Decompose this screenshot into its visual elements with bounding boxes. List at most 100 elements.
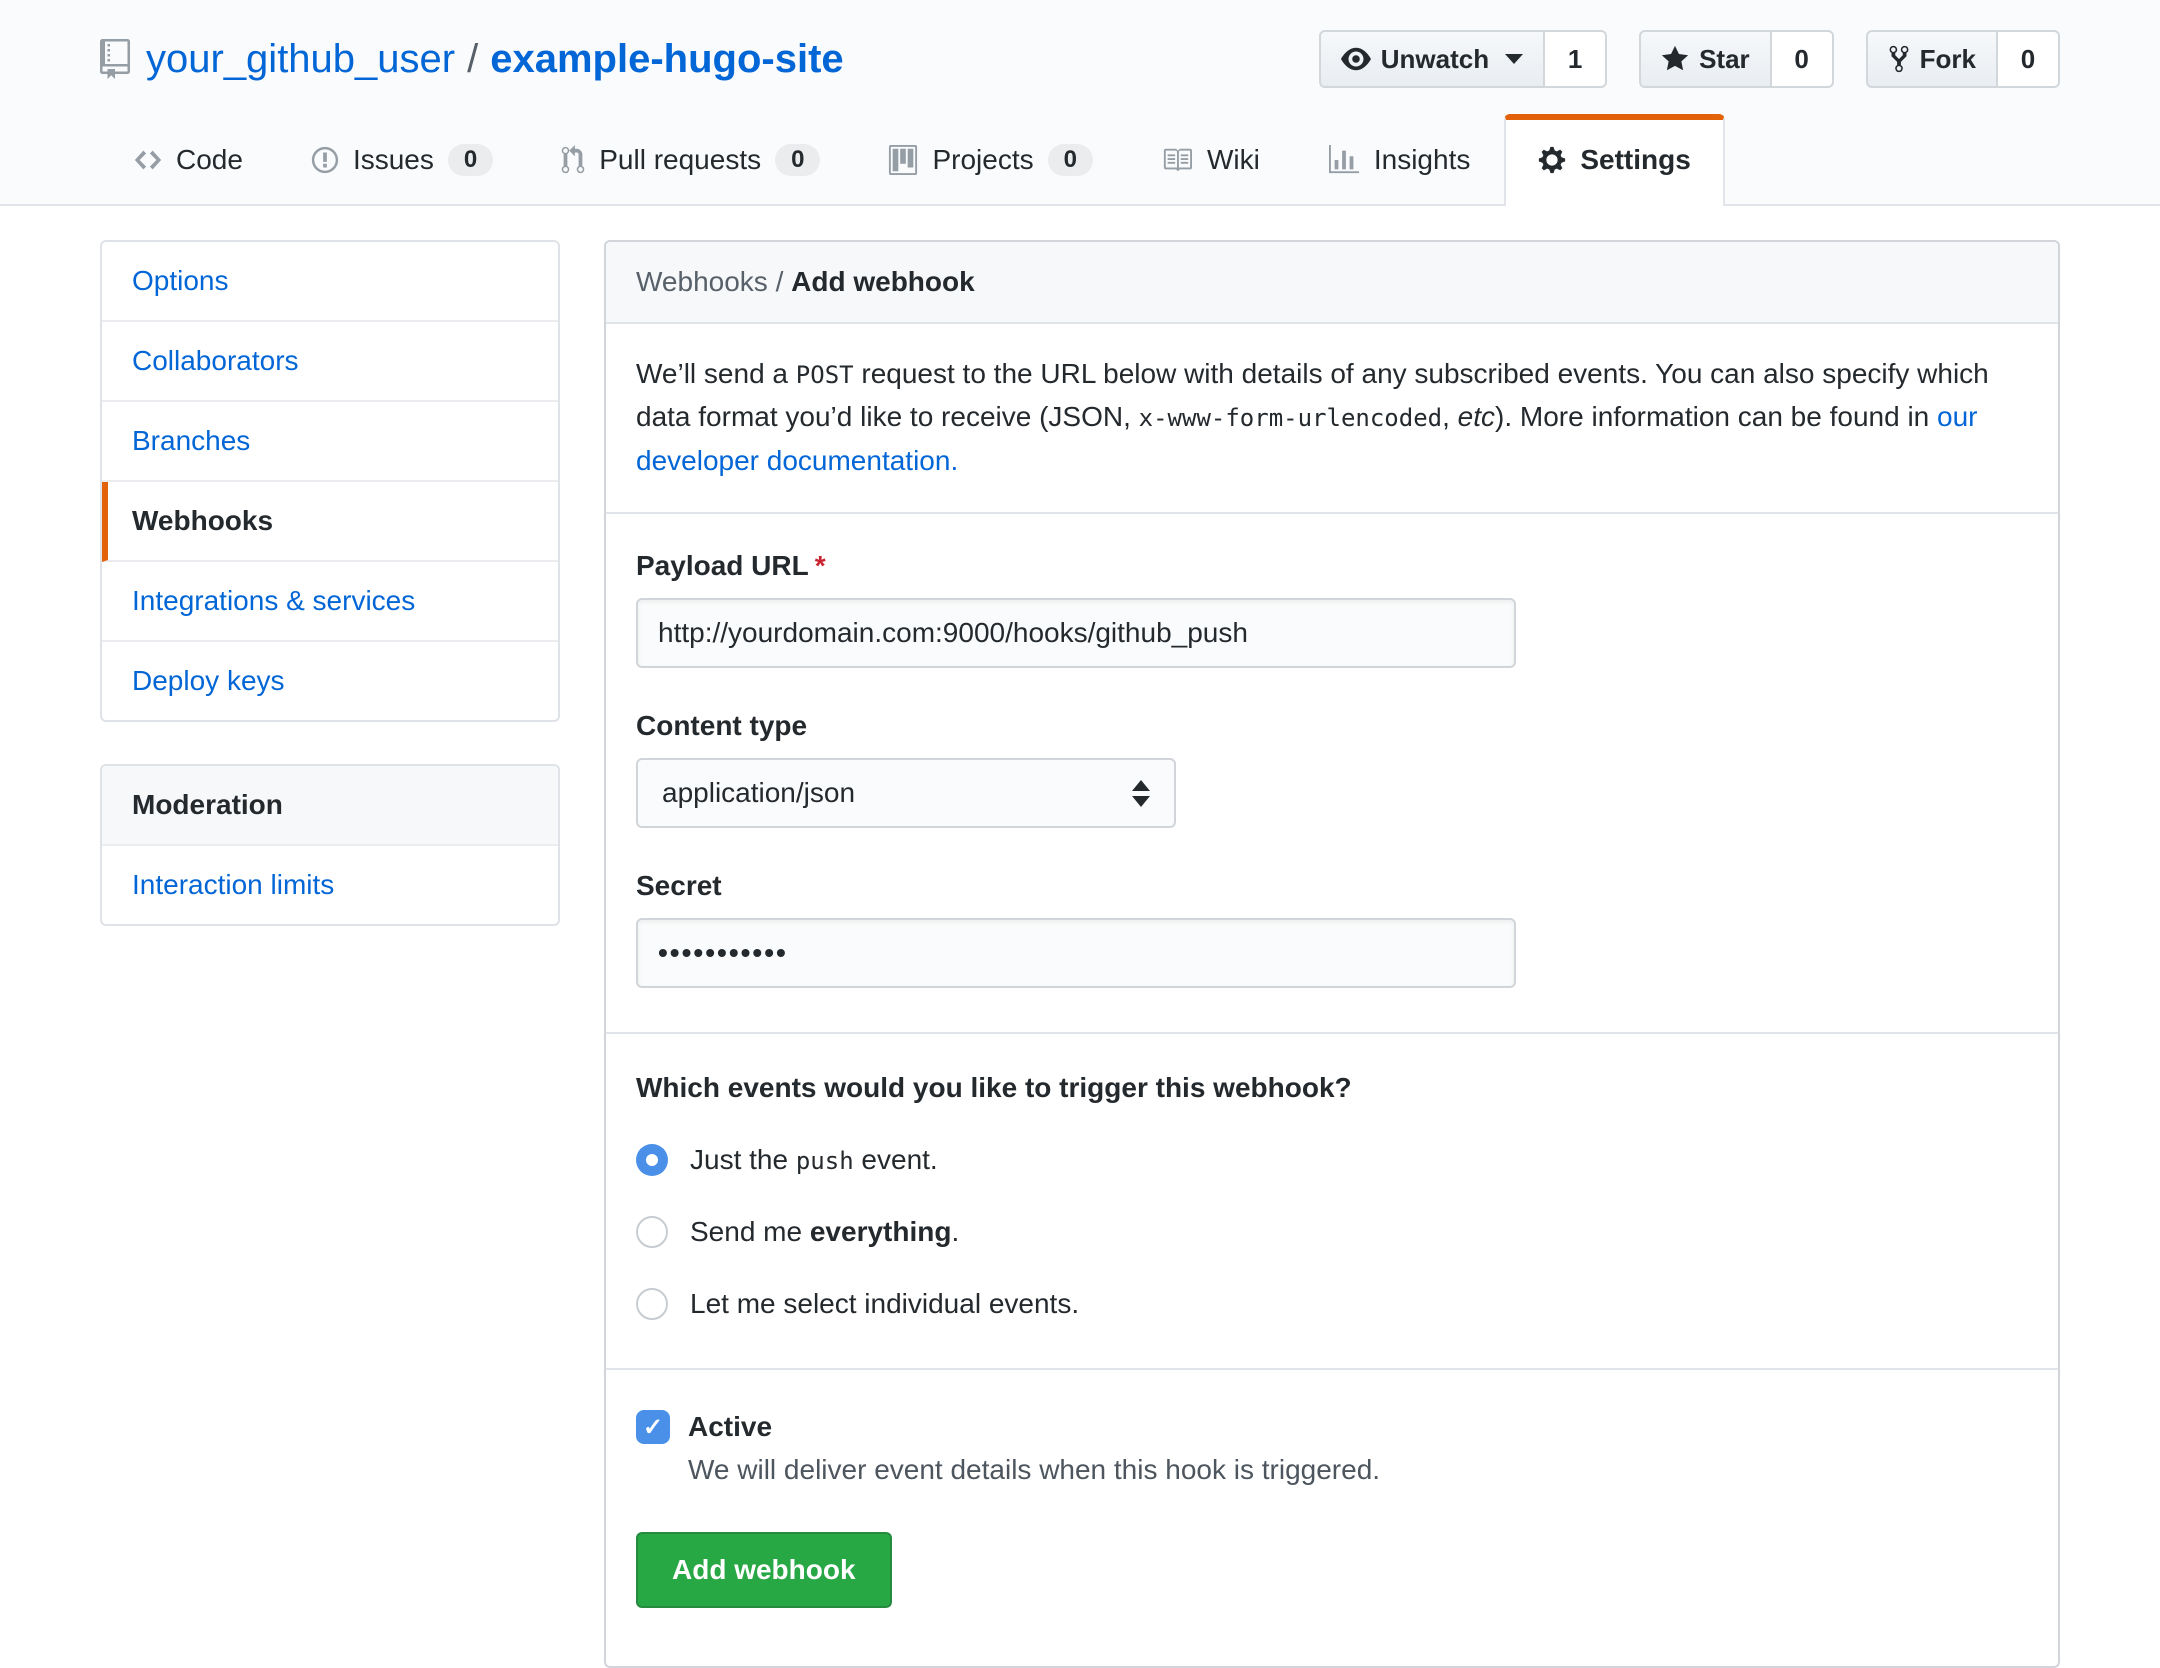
settings-sidebar: Options Collaborators Branches Webhooks … — [100, 240, 560, 926]
repo-owner-link[interactable]: your_github_user — [146, 37, 455, 82]
watch-button-group: Unwatch 1 — [1319, 30, 1607, 88]
unwatch-button[interactable]: Unwatch — [1319, 30, 1545, 88]
description-text: We’ll send a — [636, 358, 796, 389]
events-heading: Which events would you like to trigger t… — [636, 1072, 2028, 1104]
radio-selected-icon[interactable] — [636, 1144, 668, 1176]
payload-url-group: Payload URL* — [636, 550, 2028, 668]
tab-pull-requests[interactable]: Pull requests 0 — [527, 114, 854, 206]
tab-pull-requests-label: Pull requests — [599, 144, 761, 176]
tab-wiki[interactable]: Wiki — [1127, 114, 1294, 206]
active-section: ✓ Active We will deliver event details w… — [606, 1370, 2058, 1666]
select-arrows-icon — [1132, 780, 1150, 807]
stars-count[interactable]: 0 — [1772, 30, 1834, 88]
sidebar-item-collaborators[interactable]: Collaborators — [102, 322, 558, 402]
content-type-group: Content type application/json — [636, 710, 2028, 828]
urlencoded-code: x-www-form-urlencoded — [1139, 404, 1442, 432]
sidebar-item-options[interactable]: Options — [102, 242, 558, 322]
issues-count-badge: 0 — [448, 144, 493, 176]
forks-count[interactable]: 0 — [1998, 30, 2060, 88]
issue-opened-icon — [311, 145, 339, 175]
sidebar-item-branches[interactable]: Branches — [102, 402, 558, 482]
webhook-form: Payload URL* Content type application/js… — [606, 514, 2058, 1032]
push-code: push — [796, 1147, 854, 1175]
radio-individual-events[interactable]: Let me select individual events. — [636, 1288, 2028, 1320]
repo-breadcrumb: your_github_user / example-hugo-site — [100, 37, 844, 82]
pull-requests-count-badge: 0 — [775, 144, 820, 176]
tab-code[interactable]: Code — [100, 114, 277, 206]
git-pull-request-icon — [561, 145, 585, 175]
add-webhook-panel: Webhooks / Add webhook We’ll send a POST… — [604, 240, 2060, 1668]
radio-just-push-event[interactable]: Just the push event. — [636, 1144, 2028, 1176]
radio-send-everything[interactable]: Send me everything. — [636, 1216, 2028, 1248]
repo-nav: Code Issues 0 Pull requests 0 P — [100, 114, 2060, 204]
active-checkbox-row[interactable]: ✓ Active — [636, 1410, 2028, 1444]
book-icon — [1161, 145, 1193, 175]
code-icon — [134, 145, 162, 175]
checkbox-checked-icon[interactable]: ✓ — [636, 1410, 670, 1444]
breadcrumb: Webhooks / Add webhook — [606, 242, 2058, 324]
projects-count-badge: 0 — [1048, 144, 1093, 176]
post-code: POST — [796, 361, 854, 389]
radio-just-push-label: Just the push event. — [690, 1144, 938, 1176]
fork-button[interactable]: Fork — [1866, 30, 1998, 88]
add-webhook-button[interactable]: Add webhook — [636, 1532, 892, 1608]
secret-group: Secret — [636, 870, 2028, 988]
chevron-down-icon — [1505, 54, 1523, 64]
sidebar-item-webhooks[interactable]: Webhooks — [102, 482, 558, 562]
graph-icon — [1328, 145, 1360, 175]
star-button[interactable]: Star — [1639, 30, 1772, 88]
active-label: Active — [688, 1411, 772, 1443]
tab-wiki-label: Wiki — [1207, 144, 1260, 176]
radio-individual-events-label: Let me select individual events. — [690, 1288, 1079, 1320]
repo-actions: Unwatch 1 Star 0 — [1319, 30, 2060, 88]
secret-input[interactable] — [636, 918, 1516, 988]
settings-menu: Options Collaborators Branches Webhooks … — [100, 240, 560, 722]
tab-issues[interactable]: Issues 0 — [277, 114, 527, 206]
repo-icon — [100, 39, 130, 79]
content-type-value: application/json — [662, 777, 855, 809]
content-type-select[interactable]: application/json — [636, 758, 1176, 828]
etc-italic: etc — [1458, 401, 1495, 432]
watchers-count[interactable]: 1 — [1545, 30, 1607, 88]
tab-code-label: Code — [176, 144, 243, 176]
description-text: , — [1442, 401, 1458, 432]
webhook-description: We’ll send a POST request to the URL bel… — [606, 324, 2058, 514]
active-description: We will deliver event details when this … — [688, 1454, 2028, 1486]
events-section: Which events would you like to trigger t… — [606, 1034, 2058, 1368]
tab-settings-label: Settings — [1580, 144, 1690, 176]
sidebar-item-interaction-limits[interactable]: Interaction limits — [102, 846, 558, 924]
fork-button-group: Fork 0 — [1866, 30, 2060, 88]
eye-icon — [1341, 44, 1371, 74]
sidebar-item-integrations-services[interactable]: Integrations & services — [102, 562, 558, 642]
unwatch-label: Unwatch — [1381, 44, 1489, 75]
payload-url-input[interactable] — [636, 598, 1516, 668]
payload-url-label: Payload URL* — [636, 550, 2028, 582]
repo-name-link[interactable]: example-hugo-site — [490, 37, 843, 82]
tab-insights[interactable]: Insights — [1294, 114, 1505, 206]
required-asterisk: * — [815, 550, 826, 581]
star-label: Star — [1699, 44, 1750, 75]
content-type-label: Content type — [636, 710, 2028, 742]
moderation-menu: Moderation Interaction limits — [100, 764, 560, 926]
repo-forked-icon — [1888, 44, 1910, 74]
sidebar-item-deploy-keys[interactable]: Deploy keys — [102, 642, 558, 720]
breadcrumb-separator: / — [776, 266, 792, 297]
gear-icon — [1538, 145, 1566, 175]
radio-unselected-icon[interactable] — [636, 1288, 668, 1320]
radio-unselected-icon[interactable] — [636, 1216, 668, 1248]
tab-projects-label: Projects — [932, 144, 1033, 176]
description-text: ). More information can be found in — [1495, 401, 1937, 432]
page-head: your_github_user / example-hugo-site Unw… — [0, 0, 2160, 206]
tab-projects[interactable]: Projects 0 — [854, 114, 1127, 206]
breadcrumb-webhooks-link[interactable]: Webhooks — [636, 266, 768, 297]
secret-label: Secret — [636, 870, 2028, 902]
repo-separator: / — [467, 37, 478, 82]
star-button-group: Star 0 — [1639, 30, 1834, 88]
tab-insights-label: Insights — [1374, 144, 1471, 176]
tab-issues-label: Issues — [353, 144, 434, 176]
project-icon — [888, 145, 918, 175]
breadcrumb-page-title: Add webhook — [791, 266, 975, 297]
tab-settings[interactable]: Settings — [1504, 114, 1724, 206]
star-icon — [1661, 44, 1689, 74]
fork-label: Fork — [1920, 44, 1976, 75]
